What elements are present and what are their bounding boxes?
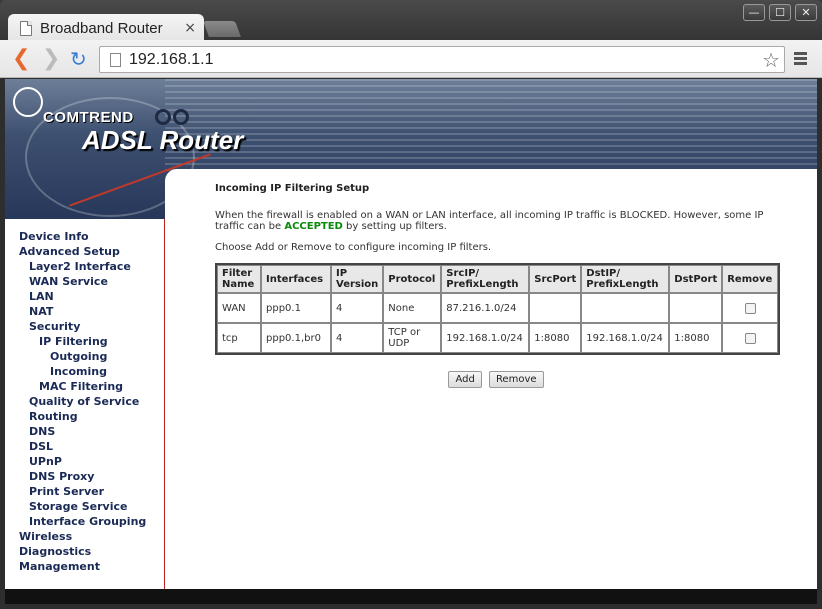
column-header: IP Version: [331, 265, 384, 293]
column-header: DstIP/ PrefixLength: [581, 265, 670, 293]
comtrend-logo-icon: [13, 87, 43, 117]
sidebar-item-wireless[interactable]: Wireless: [19, 529, 146, 544]
maximize-button[interactable]: ☐: [769, 4, 791, 21]
table-cell: WAN: [217, 293, 261, 323]
banner-stripes: [165, 79, 817, 171]
tab-title: Broadband Router: [40, 19, 163, 37]
column-header: Protocol: [383, 265, 442, 293]
sidebar-item-incoming[interactable]: Incoming: [19, 364, 146, 379]
table-cell: ppp0.1: [261, 293, 331, 323]
table-cell: tcp: [217, 323, 261, 353]
filter-table: Filter Name Interfaces IP Version Protocol S…: [215, 263, 781, 355]
table-cell: [581, 293, 670, 323]
remove-cell: [722, 293, 779, 323]
sidebar-item-outgoing[interactable]: Outgoing: [19, 349, 146, 364]
table-header-row: Filter Name Interfaces IP Version Protocol S…: [217, 265, 779, 293]
sidebar-item-security[interactable]: Security: [19, 319, 146, 334]
new-tab-button[interactable]: [203, 21, 241, 37]
sidebar-item-upnp[interactable]: UPnP: [19, 454, 146, 469]
sidebar-item-mac-filtering[interactable]: MAC Filtering: [19, 379, 146, 394]
status-bar: [5, 589, 817, 604]
product-title: ADSL Router: [82, 125, 244, 155]
column-header: SrcIP/ PrefixLength: [441, 265, 530, 293]
address-bar[interactable]: 192.168.1.1 ☆: [99, 46, 785, 73]
table-cell: 192.168.1.0/24: [581, 323, 670, 353]
brand-name: COMTREND: [43, 109, 134, 126]
main-content: Incoming IP Filtering Setup When the fir…: [215, 183, 795, 388]
back-icon[interactable]: ❮: [12, 48, 30, 70]
column-header: DstPort: [669, 265, 723, 293]
sidebar-item-nat[interactable]: NAT: [19, 304, 146, 319]
table-cell: None: [383, 293, 442, 323]
sidebar-item-quality-of-service[interactable]: Quality of Service: [19, 394, 146, 409]
button-row: Add Remove: [215, 367, 777, 388]
table-row: tcp ppp0.1,br0 4 TCP or UDP 192.168.1.0/24 1:…: [217, 323, 779, 353]
page-title: Incoming IP Filtering Setup: [215, 183, 370, 194]
table-row: WAN ppp0.1 4 None 87.216.1.0/24: [217, 293, 779, 323]
sidebar-item-advanced-setup[interactable]: Advanced Setup: [19, 244, 146, 259]
forward-icon[interactable]: ❯: [42, 48, 60, 70]
sidebar-item-dns[interactable]: DNS: [19, 424, 146, 439]
table-cell: [529, 293, 582, 323]
sidebar-item-dns-proxy[interactable]: DNS Proxy: [19, 469, 146, 484]
titlebar: Broadband Router × — ☐ ✕: [0, 0, 822, 42]
firewall-description: When the firewall is enabled on a WAN or…: [215, 210, 764, 232]
browser-toolbar: ❮ ❯ ↻ 192.168.1.1 ☆: [0, 40, 822, 78]
sidebar-item-layer2-interface[interactable]: Layer2 Interface: [19, 259, 146, 274]
reload-icon[interactable]: ↻: [70, 49, 87, 69]
sidebar-item-storage-service[interactable]: Storage Service: [19, 499, 146, 514]
table-body: WAN ppp0.1 4 None 87.216.1.0/24 tcp ppp0.1,br0…: [217, 293, 779, 353]
column-header: SrcPort: [529, 265, 582, 293]
remove-checkbox[interactable]: [744, 302, 756, 314]
router-page: COMTREND ADSL Router Device Info Advanced…: [5, 79, 817, 589]
table-cell: 87.216.1.0/24: [441, 293, 530, 323]
sidebar-item-routing[interactable]: Routing: [19, 409, 146, 424]
sidebar-item-lan[interactable]: LAN: [19, 289, 146, 304]
column-header: Filter Name: [217, 265, 261, 293]
table-cell: 4: [331, 293, 384, 323]
bookmark-star-icon[interactable]: ☆: [762, 48, 780, 72]
table-cell: [669, 293, 723, 323]
column-header: Remove: [722, 265, 779, 293]
column-header: Interfaces: [261, 265, 331, 293]
tab-close-icon[interactable]: ×: [184, 20, 196, 36]
browser-window: Broadband Router × — ☐ ✕ ❮ ❯ ↻ 192.168.1…: [0, 0, 822, 609]
accepted-text: ACCEPTED: [284, 221, 343, 232]
table-cell: 1:8080: [529, 323, 582, 353]
sidebar-nav: Device Info Advanced Setup Layer2 Interfac…: [19, 229, 146, 574]
add-button[interactable]: Add: [448, 371, 482, 388]
menu-icon[interactable]: [794, 52, 807, 67]
page-icon: [110, 52, 121, 67]
sidebar-item-device-info[interactable]: Device Info: [19, 229, 146, 244]
browser-tab[interactable]: Broadband Router ×: [8, 14, 204, 42]
sidebar-item-ip-filtering[interactable]: IP Filtering: [19, 334, 146, 349]
sidebar-item-interface-grouping[interactable]: Interface Grouping: [19, 514, 146, 529]
table-cell: 192.168.1.0/24: [441, 323, 530, 353]
table-cell: TCP or UDP: [383, 323, 442, 353]
remove-checkbox[interactable]: [744, 332, 756, 344]
sidebar-item-diagnostics[interactable]: Diagnostics: [19, 544, 146, 559]
sidebar-item-dsl[interactable]: DSL: [19, 439, 146, 454]
table-cell: 4: [331, 323, 384, 353]
remove-cell: [722, 323, 779, 353]
page-icon: [20, 20, 32, 36]
minimize-button[interactable]: —: [743, 4, 765, 21]
url-text: 192.168.1.1: [129, 50, 214, 68]
sidebar-item-print-server[interactable]: Print Server: [19, 484, 146, 499]
close-window-button[interactable]: ✕: [795, 4, 817, 21]
instructions: Choose Add or Remove to configure incomi…: [215, 242, 492, 253]
remove-button[interactable]: Remove: [488, 371, 544, 388]
table-cell: 1:8080: [669, 323, 723, 353]
sidebar-item-management[interactable]: Management: [19, 559, 146, 574]
sidebar-item-wan-service[interactable]: WAN Service: [19, 274, 146, 289]
table-cell: ppp0.1,br0: [261, 323, 331, 353]
